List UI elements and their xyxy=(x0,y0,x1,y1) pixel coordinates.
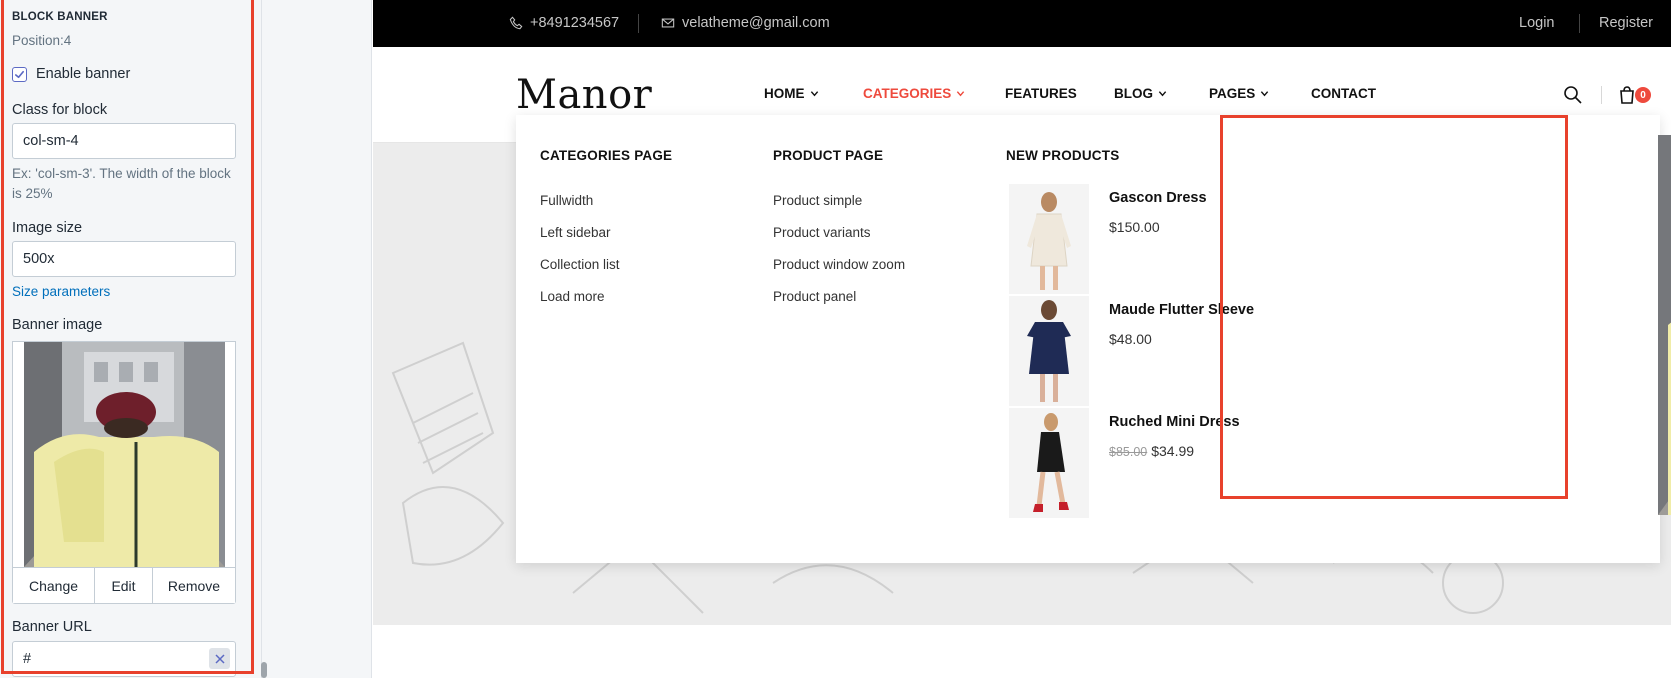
new-products-title: NEW PRODUCTS xyxy=(1006,148,1120,163)
nav-categories[interactable]: CATEGORIES xyxy=(863,86,965,101)
phone-contact: +8491234567 xyxy=(509,15,619,31)
chevron-down-icon xyxy=(1158,91,1167,97)
banner-image-actions: Change Edit Remove xyxy=(12,567,236,604)
nav-contact-label: CONTACT xyxy=(1311,86,1376,101)
email-contact: velatheme@gmail.com xyxy=(661,15,830,31)
menu-link-product-panel[interactable]: Product panel xyxy=(773,289,856,304)
menu-link-product-variants[interactable]: Product variants xyxy=(773,225,871,240)
menu-link-product-window-zoom[interactable]: Product window zoom xyxy=(773,257,905,272)
menu-link-left-sidebar[interactable]: Left sidebar xyxy=(540,225,611,240)
product-name[interactable]: Maude Flutter Sleeve xyxy=(1109,302,1254,318)
product-name[interactable]: Ruched Mini Dress xyxy=(1109,414,1240,430)
change-image-button[interactable]: Change xyxy=(13,568,95,603)
product-price-current: $150.00 xyxy=(1109,219,1160,235)
product-price: $150.00 xyxy=(1109,219,1160,235)
nav-home-label: HOME xyxy=(764,86,805,101)
banner-image-label: Banner image xyxy=(12,317,103,333)
close-icon xyxy=(214,653,225,664)
chevron-down-icon xyxy=(1261,91,1269,97)
block-position: Position:4 xyxy=(12,33,72,48)
topbar-divider xyxy=(1579,14,1580,33)
product-price-old: $85.00 xyxy=(1109,445,1148,459)
mail-icon xyxy=(661,18,675,28)
categories-page-title: CATEGORIES PAGE xyxy=(540,148,673,163)
login-link[interactable]: Login xyxy=(1519,15,1554,31)
product-price-current: $34.99 xyxy=(1151,443,1195,459)
top-bar: +8491234567 velatheme@gmail.com Login Re… xyxy=(373,0,1671,47)
nav-pages[interactable]: PAGES xyxy=(1209,86,1269,101)
block-heading: BLOCK BANNER xyxy=(12,11,108,23)
menu-link-fullwidth[interactable]: Fullwidth xyxy=(540,193,593,208)
menu-link-product-simple[interactable]: Product simple xyxy=(773,193,862,208)
checkmark-icon xyxy=(15,70,24,79)
panel-scrollbar[interactable] xyxy=(261,662,267,678)
nav-home[interactable]: HOME xyxy=(764,86,819,101)
chevron-down-icon xyxy=(957,91,965,97)
nav-pages-label: PAGES xyxy=(1209,86,1256,101)
menu-link-load-more[interactable]: Load more xyxy=(540,289,605,304)
edit-image-button[interactable]: Edit xyxy=(95,568,153,603)
phone-icon xyxy=(509,16,523,30)
nav-categories-label: CATEGORIES xyxy=(863,86,952,101)
product-image-ruched-mini-dress xyxy=(1009,408,1089,518)
panel-gutter xyxy=(262,0,372,678)
product-name[interactable]: Gascon Dress xyxy=(1109,190,1207,206)
phone-number: +8491234567 xyxy=(530,15,620,31)
product-thumbnail[interactable] xyxy=(1009,296,1089,406)
image-size-label: Image size xyxy=(12,220,83,236)
menu-link-collection-list[interactable]: Collection list xyxy=(540,257,620,272)
product-image-gascon-dress xyxy=(1009,184,1089,294)
product-thumbnail[interactable] xyxy=(1009,408,1089,518)
banner-url-label: Banner URL xyxy=(12,619,92,635)
chevron-down-icon xyxy=(810,91,818,97)
nav-features-label: FEATURES xyxy=(1005,86,1077,101)
class-field-label: Class for block xyxy=(12,102,108,118)
product-image-maude-flutter-sleeve xyxy=(1009,296,1089,406)
store-logo[interactable]: Manor xyxy=(516,72,652,118)
enable-banner-checkbox[interactable] xyxy=(12,67,27,82)
banner-thumbnail xyxy=(24,342,225,567)
register-link[interactable]: Register xyxy=(1599,15,1653,31)
enable-banner-label[interactable]: Enable banner xyxy=(36,66,130,82)
banner-image-preview xyxy=(12,341,236,567)
product-price: $48.00 xyxy=(1109,331,1152,347)
nav-blog-label: BLOG xyxy=(1114,86,1153,101)
clear-url-button[interactable] xyxy=(209,648,230,669)
nav-blog[interactable]: BLOG xyxy=(1114,86,1167,101)
product-price: $85.00 $34.99 xyxy=(1109,443,1194,459)
banner-url-field[interactable]: # xyxy=(12,641,236,677)
header-divider xyxy=(1601,86,1602,104)
product-page-title: PRODUCT PAGE xyxy=(773,148,884,163)
topbar-divider xyxy=(638,14,639,33)
email-address: velatheme@gmail.com xyxy=(682,15,830,31)
class-field-help: Ex: 'col-sm-3'. The width of the block i… xyxy=(12,166,231,201)
settings-panel: BLOCK BANNER Position:4 Enable banner Cl… xyxy=(0,0,262,678)
nav-contact[interactable]: CONTACT xyxy=(1311,86,1376,101)
categories-mega-menu: CATEGORIES PAGE Fullwidth Left sidebar C… xyxy=(516,115,1660,563)
search-icon[interactable] xyxy=(1563,85,1583,105)
mega-menu-banner-image[interactable] xyxy=(1658,135,1671,515)
banner-photo xyxy=(1658,135,1671,515)
image-size-field[interactable]: 500x xyxy=(12,241,236,277)
nav-features[interactable]: FEATURES xyxy=(1005,86,1077,101)
cart-icon[interactable] xyxy=(1617,85,1637,105)
store-preview: +8491234567 velatheme@gmail.com Login Re… xyxy=(373,0,1671,678)
size-parameters-link[interactable]: Size parameters xyxy=(12,284,110,299)
product-price-current: $48.00 xyxy=(1109,331,1152,347)
product-thumbnail[interactable] xyxy=(1009,184,1089,294)
remove-image-button[interactable]: Remove xyxy=(153,568,235,603)
class-field[interactable]: col-sm-4 xyxy=(12,123,236,159)
cart-count-badge: 0 xyxy=(1635,87,1651,103)
